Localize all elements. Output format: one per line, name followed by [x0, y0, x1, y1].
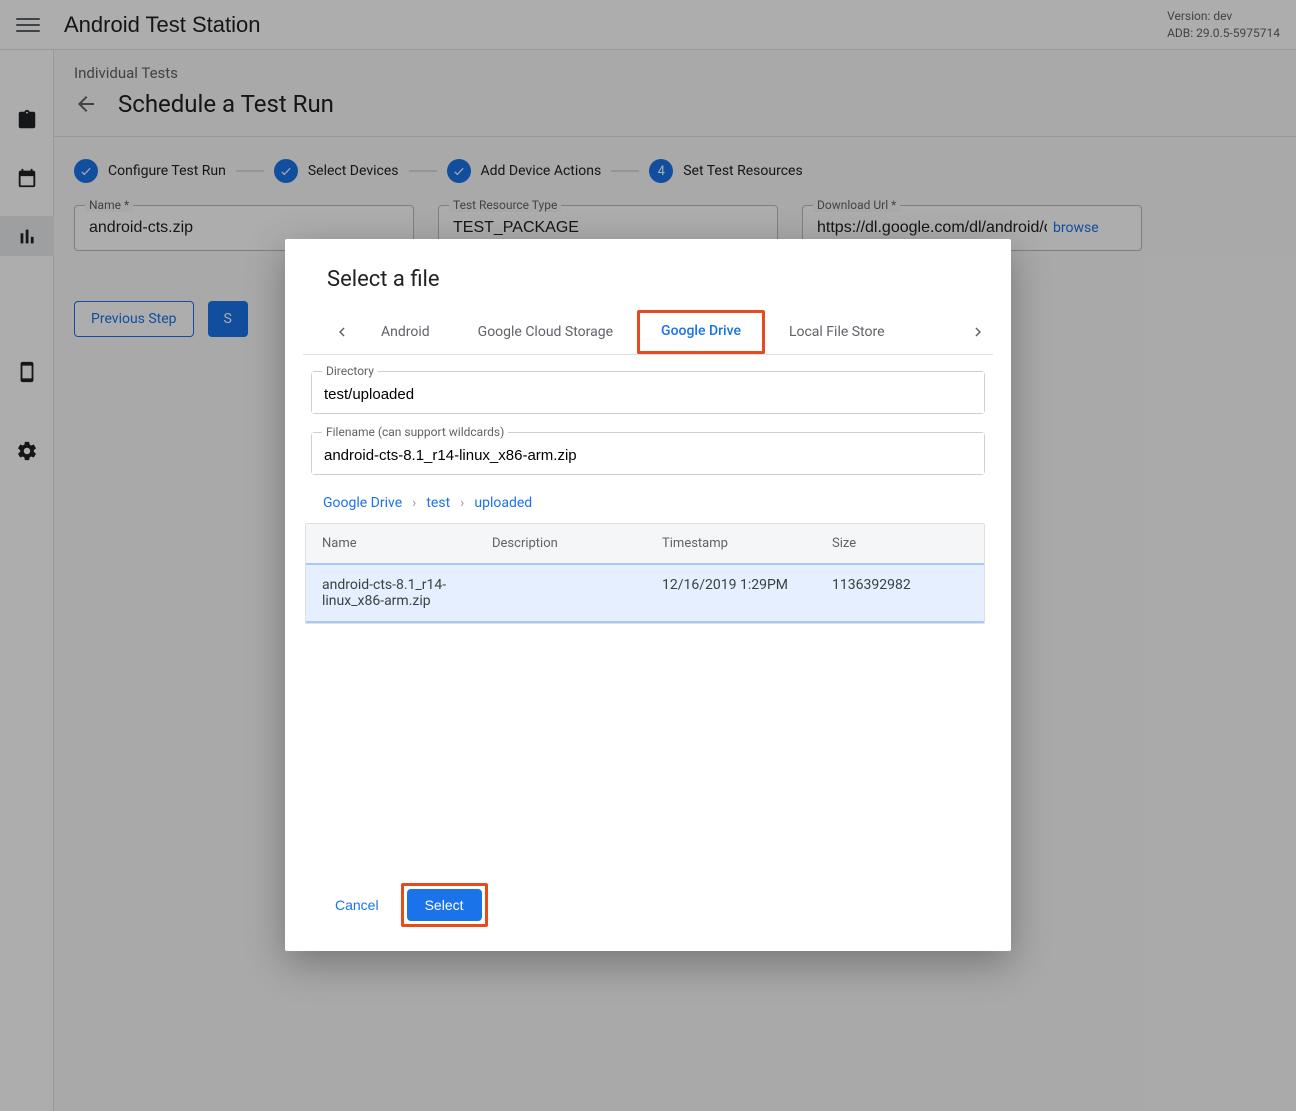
dialog-title: Select a file [285, 267, 1011, 310]
column-header-timestamp: Timestamp [662, 536, 832, 551]
select-file-dialog: Select a file Android Google Cloud Stora… [285, 239, 1011, 951]
directory-input[interactable] [312, 372, 984, 413]
chevron-right-icon: › [460, 495, 464, 511]
breadcrumb-link[interactable]: uploaded [474, 495, 532, 511]
breadcrumb-link[interactable]: Google Drive [323, 495, 402, 511]
directory-field[interactable]: Directory [311, 371, 985, 414]
column-header-name: Name [322, 536, 492, 551]
file-breadcrumb: Google Drive › test › uploaded [311, 493, 985, 523]
cancel-button[interactable]: Cancel [327, 891, 387, 919]
filename-field[interactable]: Filename (can support wildcards) [311, 432, 985, 475]
tab-google-drive[interactable]: Google Drive [637, 310, 765, 354]
tab-local-file-store[interactable]: Local File Store [765, 310, 909, 354]
tab-scroll-right-icon[interactable] [963, 311, 993, 353]
select-button-highlight: Select [401, 883, 488, 927]
select-button[interactable]: Select [407, 889, 482, 921]
breadcrumb-link[interactable]: test [426, 495, 450, 511]
column-header-size: Size [832, 536, 968, 551]
tab-google-cloud-storage[interactable]: Google Cloud Storage [454, 310, 637, 354]
filename-input[interactable] [312, 433, 984, 474]
column-header-description: Description [492, 536, 662, 551]
file-table: Name Description Timestamp Size android-… [305, 523, 985, 624]
tab-scroll-left-icon[interactable] [327, 311, 357, 353]
table-row[interactable]: android-cts-8.1_r14-linux_x86-arm.zip 12… [306, 563, 984, 623]
tab-android[interactable]: Android [357, 310, 454, 354]
chevron-right-icon: › [412, 495, 416, 511]
modal-scrim: Select a file Android Google Cloud Stora… [0, 0, 1296, 1111]
